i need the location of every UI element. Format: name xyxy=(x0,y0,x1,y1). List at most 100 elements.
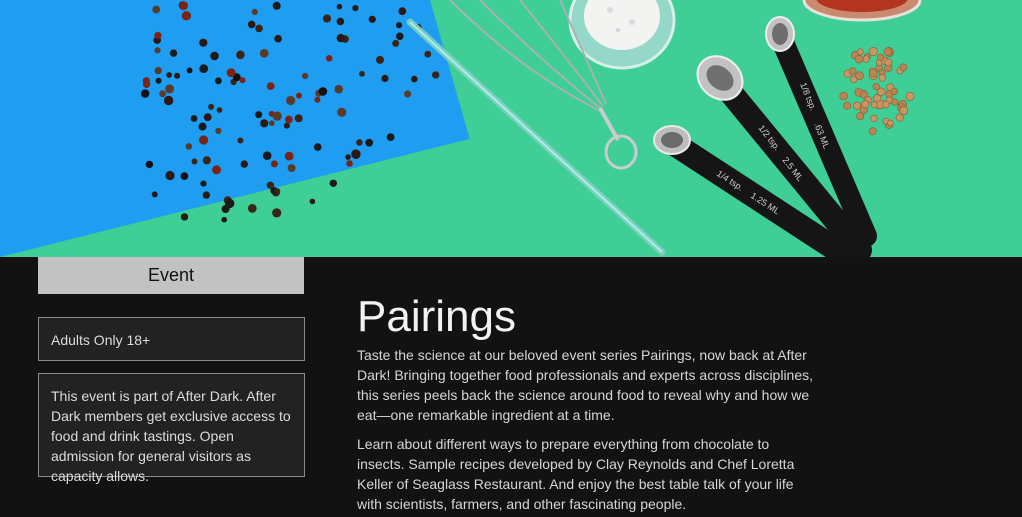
peppercorn xyxy=(404,90,412,98)
peppercorn xyxy=(226,68,236,78)
peppercorn xyxy=(396,22,403,29)
peppercorn xyxy=(313,143,322,151)
description-paragraph: Taste the science at our beloved event s… xyxy=(357,347,814,423)
peppercorn xyxy=(283,122,290,129)
peppercorn xyxy=(376,55,384,64)
coriander-seed xyxy=(899,63,908,72)
peppercorn xyxy=(181,11,192,21)
age-restriction-box: Adults Only 18+ xyxy=(38,317,305,361)
peppercorn xyxy=(345,154,351,160)
peppercorn xyxy=(346,160,353,167)
coriander-seed xyxy=(870,101,878,109)
peppercorn xyxy=(154,66,162,75)
peppercorn xyxy=(396,32,404,41)
peppercorn xyxy=(247,204,257,213)
peppercorn xyxy=(352,5,359,12)
membership-note-box: This event is part of After Dark. After … xyxy=(38,373,305,484)
peppercorn xyxy=(314,96,321,103)
peppercorn xyxy=(322,14,332,23)
peppercorn xyxy=(386,133,395,142)
peppercorn xyxy=(155,77,162,84)
peppercorn xyxy=(208,103,215,110)
peppercorn xyxy=(381,74,389,82)
page-title: Pairings xyxy=(357,292,516,341)
peppercorn xyxy=(337,107,347,117)
peppercorn xyxy=(163,95,174,106)
coriander-seed xyxy=(890,87,899,95)
peppercorn xyxy=(329,179,337,187)
coriander-seed xyxy=(860,90,868,99)
peppercorn xyxy=(185,143,193,150)
peppercorn xyxy=(210,51,219,61)
peppercorn xyxy=(199,64,209,74)
peppercorn xyxy=(199,38,208,47)
peppercorn xyxy=(266,82,275,90)
peppercorn xyxy=(152,5,161,14)
peppercorn xyxy=(286,95,296,106)
peppercorn xyxy=(274,188,281,195)
peppercorn xyxy=(202,156,211,165)
peppercorn xyxy=(221,216,227,223)
peppercorn xyxy=(200,180,207,187)
coriander-seed xyxy=(862,55,870,63)
peppercorn xyxy=(334,84,344,94)
peppercorn xyxy=(202,191,211,199)
coriander-seed xyxy=(868,46,878,56)
peppercorn xyxy=(236,50,245,60)
peppercorn xyxy=(151,191,158,198)
peppercorn xyxy=(191,158,198,165)
peppercorn xyxy=(215,127,222,134)
peppercorn xyxy=(285,115,293,124)
peppercorn xyxy=(255,111,263,119)
peppercorn xyxy=(237,137,244,144)
peppercorn xyxy=(190,115,198,122)
coriander-seed xyxy=(899,106,909,115)
peppercorn xyxy=(351,149,361,159)
peppercorn xyxy=(284,151,294,161)
peppercorn xyxy=(174,72,181,79)
peppercorn xyxy=(247,20,256,29)
peppercorn xyxy=(169,49,178,57)
peppercorn xyxy=(398,7,407,16)
peppercorn xyxy=(154,47,161,54)
peppercorn xyxy=(203,113,212,122)
peppercorn xyxy=(274,34,282,43)
peppercorn xyxy=(287,164,296,173)
coriander-seed xyxy=(878,74,887,82)
peppercorn xyxy=(359,70,365,77)
peppercorn xyxy=(270,160,278,168)
coriander-seed xyxy=(881,100,890,109)
coriander-seed xyxy=(850,75,858,84)
peppercorn xyxy=(251,8,258,15)
peppercorn xyxy=(272,208,282,218)
hero-illustration: 1/4 tsp. 1.25 ML 1/2 tsp. 2.5 ML 1/8 tsp… xyxy=(0,0,1022,257)
coriander-seed xyxy=(891,98,899,106)
peppercorn xyxy=(356,139,363,146)
peppercorn xyxy=(255,24,263,33)
peppercorn xyxy=(325,55,333,62)
peppercorn xyxy=(269,120,275,126)
coriander-seed xyxy=(884,58,893,67)
coriander-seed xyxy=(868,68,878,78)
coriander-seed xyxy=(839,91,848,101)
peppercorn xyxy=(392,39,400,47)
peppercorn xyxy=(262,151,272,160)
peppercorn xyxy=(180,172,189,181)
peppercorn xyxy=(411,75,418,83)
event-badge: Event xyxy=(38,257,304,294)
peppercorn xyxy=(432,71,440,79)
age-restriction-text: Adults Only 18+ xyxy=(51,332,151,348)
peppercorn xyxy=(259,48,269,58)
peppercorn xyxy=(186,67,193,74)
coriander-seed xyxy=(854,54,864,64)
hero-image: 1/4 tsp. 1.25 ML 1/2 tsp. 2.5 ML 1/8 tsp… xyxy=(0,0,1022,257)
coriander-seed xyxy=(868,127,877,136)
peppercorn xyxy=(165,170,175,181)
coriander-seed xyxy=(895,113,904,122)
membership-note-text: This event is part of After Dark. After … xyxy=(51,388,291,484)
peppercorn xyxy=(215,77,222,85)
peppercorn xyxy=(309,198,316,205)
peppercorn xyxy=(336,17,345,26)
peppercorn xyxy=(368,15,376,23)
coriander-seed xyxy=(887,119,894,127)
